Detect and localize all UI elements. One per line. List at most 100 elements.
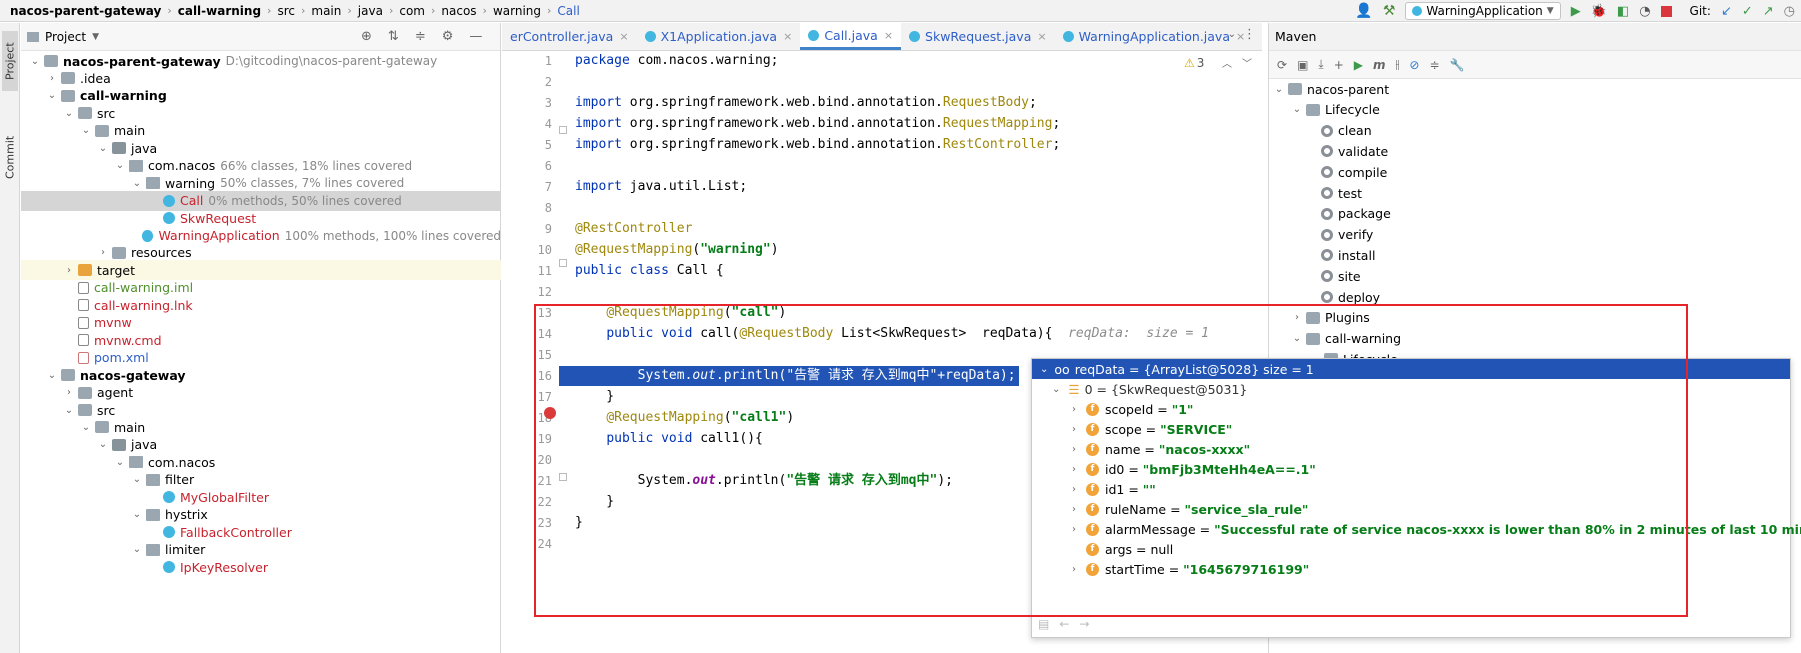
project-tree-item[interactable]: IpKeyResolver xyxy=(21,557,501,577)
fold-marker[interactable] xyxy=(559,259,567,267)
chevron-right-icon[interactable]: › xyxy=(1072,404,1086,415)
chevron-down-icon[interactable]: ⌄ xyxy=(131,509,143,520)
copy-icon[interactable]: ▤ xyxy=(1038,617,1049,631)
project-panel-title[interactable]: Project xyxy=(45,30,86,44)
chevron-down-icon[interactable]: ⌄ xyxy=(80,422,92,433)
run-config-selector[interactable]: WarningApplication ▼ xyxy=(1405,2,1561,20)
chevron-right-icon[interactable]: › xyxy=(1072,564,1086,575)
stop-icon[interactable] xyxy=(1660,5,1672,17)
skip-tests-icon[interactable]: ⊘ xyxy=(1409,58,1419,72)
maven-tree-item[interactable]: verify xyxy=(1309,225,1373,245)
chevron-down-icon[interactable]: ⌄ xyxy=(131,178,143,189)
close-icon[interactable]: × xyxy=(1037,30,1046,43)
chevron-down-icon[interactable]: ⌄ xyxy=(131,544,143,555)
maven-tree-item[interactable]: site xyxy=(1309,266,1361,286)
chevron-down-icon[interactable]: ⌄ xyxy=(63,108,75,119)
git-push-icon[interactable]: ↗ xyxy=(1763,4,1774,19)
breadcrumb-item[interactable]: nacos xyxy=(441,4,476,18)
field-row[interactable]: › f alarmMessage = "Successful rate of ser… xyxy=(1072,520,1801,540)
maven-tree-item[interactable]: install xyxy=(1309,245,1375,265)
history-icon[interactable]: ◷ xyxy=(1784,4,1795,19)
field-row[interactable]: › f name = "nacos-xxxx" xyxy=(1072,439,1250,459)
close-icon[interactable]: × xyxy=(619,30,628,43)
breadcrumb-item[interactable]: src xyxy=(277,4,295,18)
run-icon[interactable]: ▶ xyxy=(1571,4,1581,19)
chevron-right-icon[interactable]: › xyxy=(1072,484,1086,495)
chevron-down-icon[interactable]: ⌄ xyxy=(97,143,109,154)
chevron-down-icon[interactable]: ▼ xyxy=(92,32,99,42)
field-row[interactable]: › f ruleName = "service_sla_rule" xyxy=(1072,500,1308,520)
chevron-down-icon[interactable]: ⌄ xyxy=(114,457,126,468)
chevron-down-icon[interactable]: ⌄ xyxy=(46,90,58,101)
breadcrumb-item[interactable]: Call xyxy=(557,4,579,18)
commit-tool-tab[interactable]: Commit xyxy=(2,127,18,187)
close-icon[interactable]: × xyxy=(783,30,792,43)
collapse-icon[interactable]: ≑ xyxy=(1429,58,1439,72)
maven-tree-item[interactable]: package xyxy=(1309,204,1391,224)
chevron-down-icon[interactable]: ⌄ xyxy=(1273,84,1285,95)
close-icon[interactable]: × xyxy=(884,29,893,42)
forward-icon[interactable]: → xyxy=(1079,617,1089,631)
chevron-right-icon[interactable]: › xyxy=(1072,444,1086,455)
chevron-down-icon[interactable]: ⌄ xyxy=(29,56,41,67)
field-row[interactable]: › f id0 = "bmFjb3MteHh4eA==.1" xyxy=(1072,459,1316,479)
chevron-right-icon[interactable]: › xyxy=(63,265,75,276)
maven-tree-item[interactable]: ⌄ call-warning xyxy=(1291,329,1401,349)
more-icon[interactable]: ⋮ xyxy=(1243,27,1256,42)
collapse-all-icon[interactable]: ≑ xyxy=(415,29,426,44)
editor-tab[interactable]: WarningApplication.java × xyxy=(1055,23,1254,50)
gear-icon[interactable]: ⚙ xyxy=(442,29,454,44)
maven-tree-item[interactable]: clean xyxy=(1309,121,1372,141)
chevron-right-icon[interactable]: › xyxy=(1072,504,1086,515)
plus-icon[interactable]: + xyxy=(1334,58,1344,72)
chevron-right-icon[interactable]: › xyxy=(63,387,75,398)
chevron-down-icon[interactable]: ⌄ xyxy=(1228,29,1236,40)
field-row[interactable]: › f scope = "SERVICE" xyxy=(1072,419,1232,439)
chevron-right-icon[interactable]: › xyxy=(46,73,58,84)
run-icon[interactable]: ▶ xyxy=(1354,58,1363,72)
editor-tab[interactable]: SkwRequest.java × xyxy=(901,23,1055,50)
git-commit-icon[interactable]: ✓ xyxy=(1742,4,1753,19)
locate-icon[interactable]: ⊕ xyxy=(361,29,372,44)
chevron-down-icon[interactable]: ⌄ xyxy=(1291,104,1303,115)
maven-tree-item[interactable]: ⌄ nacos-parent xyxy=(1273,79,1389,99)
field-row[interactable]: f args = null xyxy=(1072,540,1173,560)
breadcrumb-item[interactable]: com xyxy=(399,4,425,18)
field-row[interactable]: › f startTime = "1645679716199" xyxy=(1072,560,1309,580)
list-element-row[interactable]: ⌄ ☰ 0 = {SkwRequest@5031} xyxy=(1052,379,1247,399)
breadcrumb-item[interactable]: call-warning xyxy=(178,4,261,18)
chevron-down-icon[interactable]: ⌄ xyxy=(46,370,58,381)
chevron-down-icon[interactable]: ⌄ xyxy=(131,474,143,485)
chevron-down-icon[interactable]: ⌄ xyxy=(97,439,109,450)
debug-icon[interactable]: 🐞 xyxy=(1591,4,1607,19)
chevron-down-icon[interactable]: ⌄ xyxy=(1040,364,1048,375)
breadcrumb-item[interactable]: nacos-parent-gateway xyxy=(10,4,161,18)
fold-marker[interactable] xyxy=(559,126,567,134)
git-update-icon[interactable]: ↙ xyxy=(1721,4,1732,19)
project-tool-tab[interactable]: Project xyxy=(2,31,18,91)
maven-tree-item[interactable]: test xyxy=(1309,183,1362,203)
popup-header[interactable]: ⌄ oo reqData = {ArrayList@5028} size = 1 xyxy=(1032,359,1790,379)
editor-tab[interactable]: X1Application.java × xyxy=(637,23,801,50)
add-project-icon[interactable]: ▣ xyxy=(1297,58,1308,72)
maven-tree-item[interactable]: deploy xyxy=(1309,287,1380,307)
chevron-down-icon[interactable]: ⌄ xyxy=(114,160,126,171)
maven-tree-item[interactable]: validate xyxy=(1309,141,1388,161)
download-icon[interactable]: ⤓ xyxy=(1318,57,1323,72)
breadcrumb-item[interactable]: warning xyxy=(493,4,541,18)
editor-tab[interactable]: erController.java × xyxy=(502,23,637,50)
maven-tree-item[interactable]: ⌄ Lifecycle xyxy=(1291,100,1380,120)
chevron-right-icon[interactable]: › xyxy=(1291,312,1303,323)
chevron-right-icon[interactable]: › xyxy=(97,247,109,258)
maven-tree-item[interactable]: › Plugins xyxy=(1291,308,1370,328)
expand-all-icon[interactable]: ⇅ xyxy=(388,29,399,44)
back-icon[interactable]: ← xyxy=(1059,617,1069,631)
maven-goal-icon[interactable]: m xyxy=(1373,58,1386,72)
chevron-down-icon[interactable]: ⌄ xyxy=(80,125,92,136)
coverage-icon[interactable]: ◧ xyxy=(1617,4,1629,19)
toggle-offline-icon[interactable]: ⫲ xyxy=(1396,57,1400,72)
breadcrumb-item[interactable]: main xyxy=(311,4,341,18)
profiler-icon[interactable]: ◔ xyxy=(1639,4,1650,19)
breakpoint-icon[interactable] xyxy=(544,407,556,419)
field-row[interactable]: › f scopeId = "1" xyxy=(1072,399,1193,419)
